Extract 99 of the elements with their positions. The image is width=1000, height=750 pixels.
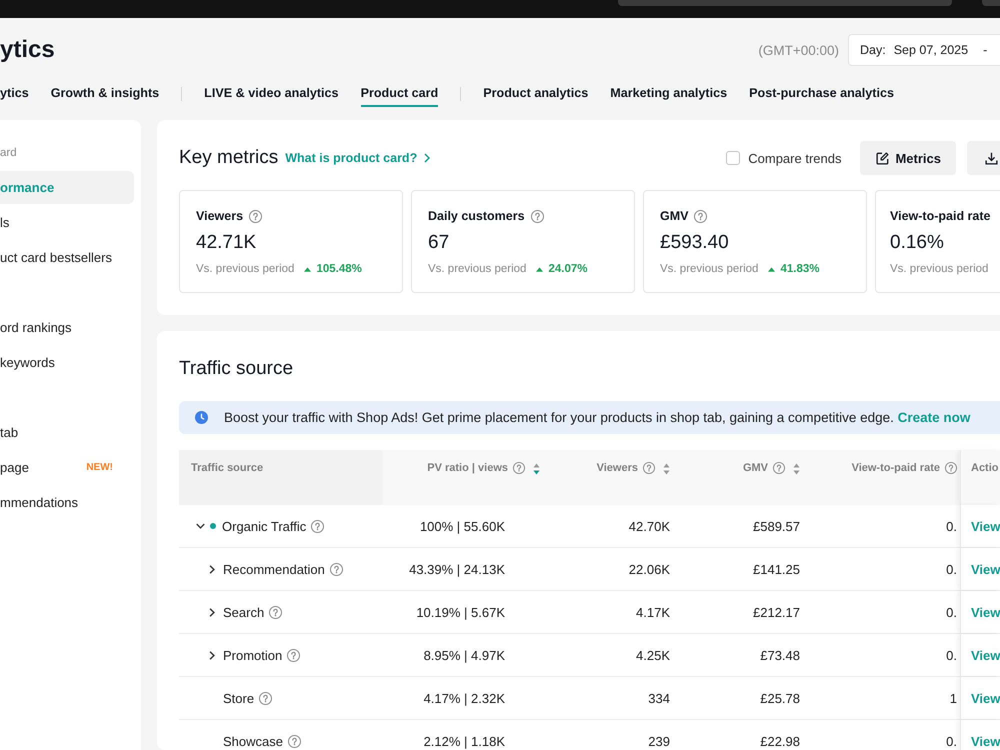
table-cell-text: 8.95% | 4.97K xyxy=(422,648,506,662)
section-title: Key metrics xyxy=(179,147,278,169)
sidebar-item[interactable]: ls xyxy=(0,206,134,239)
change-value: 41.83% xyxy=(780,262,820,276)
table-cell-text: 43.39% | 24.13K xyxy=(408,562,506,576)
table-cell-text: 0. xyxy=(945,734,958,748)
source-name: Recommendation xyxy=(223,562,325,576)
comparison-label: Vs. previous period xyxy=(660,262,758,276)
sidebar-item[interactable]: tab xyxy=(0,416,134,449)
tab[interactable]: Marketing analytics xyxy=(610,85,728,107)
date-separator: - xyxy=(983,43,988,57)
table-cell-text: 0. xyxy=(945,604,958,620)
column-header: Viewers xyxy=(596,461,638,475)
clock-icon xyxy=(195,411,208,424)
source-name: Showcase xyxy=(223,734,283,748)
tab[interactable]: Post-purchase analytics xyxy=(749,85,894,107)
chevron-right-icon[interactable] xyxy=(209,564,215,574)
checkbox-label[interactable]: Compare trends xyxy=(748,150,842,166)
help-icon xyxy=(288,734,301,748)
table-cell-text: 42.70K xyxy=(628,518,671,534)
date-picker[interactable]: Day: Sep 07, 2025 - xyxy=(848,34,1000,66)
table-cell-text: £212.17 xyxy=(752,604,801,620)
comparison-label: Vs. previous period xyxy=(890,262,988,276)
change-value: 105.48% xyxy=(316,262,362,276)
chevron-down-icon[interactable] xyxy=(196,523,204,529)
table-cell-text: 0. xyxy=(945,562,958,576)
metric-label: Viewers xyxy=(196,209,244,223)
table-cell-text: 334 xyxy=(647,690,671,706)
column-header: Traffic source xyxy=(191,461,264,475)
sidebar-item[interactable]: uct card bestsellers xyxy=(0,241,134,274)
sort-icon[interactable] xyxy=(793,463,800,475)
sidebar-item[interactable]: keywords xyxy=(0,346,134,379)
table-cell-text: £589.57 xyxy=(752,518,801,534)
comparison-label: Vs. previous period xyxy=(196,262,294,276)
sort-icon[interactable] xyxy=(533,463,540,475)
source-name: Promotion xyxy=(223,648,282,662)
table-cell-text: £141.25 xyxy=(752,562,801,576)
download-button[interactable] xyxy=(967,141,1000,175)
top-bar-button[interactable] xyxy=(982,0,1000,6)
metric-value: 67 xyxy=(428,232,450,254)
table-cell-text: £25.78 xyxy=(759,690,801,706)
page-title: ytics xyxy=(0,35,55,65)
help-icon xyxy=(330,562,343,576)
table-cell-text: 4.17% | 2.32K xyxy=(422,690,506,706)
metric-label: Daily customers xyxy=(428,209,525,223)
tab[interactable]: Product analytics xyxy=(483,85,588,107)
tab[interactable]: Growth & insights xyxy=(50,85,160,107)
table-cell-text: £22.98 xyxy=(759,734,801,748)
sidebar-item[interactable]: mmendations xyxy=(0,486,134,519)
input-field[interactable] xyxy=(618,0,952,6)
sidebar-heading: ard xyxy=(0,146,18,161)
column-header: GMV xyxy=(742,461,768,475)
section-title: Traffic source xyxy=(179,358,294,380)
source-name: Organic Traffic xyxy=(222,518,306,534)
help-icon xyxy=(259,692,272,704)
chevron-right-icon xyxy=(424,153,430,163)
comparison-label: Vs. previous period xyxy=(428,262,526,276)
table-cell-text: 100% | 55.60K xyxy=(418,518,506,534)
table-cell-text: 1 xyxy=(948,690,958,706)
date-value: Sep 07, 2025 xyxy=(894,43,968,57)
timezone-label: (GMT+00:00) xyxy=(758,42,839,58)
metric-value: £593.40 xyxy=(660,232,730,254)
help-icon xyxy=(269,606,282,618)
sort-icon[interactable] xyxy=(663,463,670,475)
column-header: View-to-paid rate xyxy=(852,461,940,475)
help-icon xyxy=(311,520,324,532)
download-icon xyxy=(985,152,998,164)
new-label: NEW! xyxy=(86,462,113,473)
edit-icon xyxy=(876,152,890,164)
checkbox[interactable] xyxy=(726,151,740,165)
table-cell-text: 22.06K xyxy=(628,562,671,576)
source-name: Search xyxy=(223,604,264,620)
metric-label: View-to-paid rate xyxy=(890,209,990,223)
sidebar-item[interactable]: ord rankings xyxy=(0,311,134,344)
table-cell-text: 10.19% | 5.67K xyxy=(415,604,506,620)
metric-value: 42.71K xyxy=(196,232,258,254)
chevron-right-icon[interactable] xyxy=(209,608,215,616)
source-name: Store xyxy=(223,690,254,706)
table-cell-text: 0. xyxy=(945,648,958,662)
column-header: PV ratio | views xyxy=(427,461,508,475)
table-cell-text: 4.25K xyxy=(635,648,671,662)
chevron-right-icon[interactable] xyxy=(209,650,215,660)
table-cell-text: 4.17K xyxy=(635,604,671,620)
metric-label: GMV xyxy=(660,209,688,223)
date-label: Day: xyxy=(860,43,886,57)
tab[interactable]: ytics xyxy=(0,85,29,107)
table-cell-text: 239 xyxy=(647,734,671,748)
tab[interactable]: Product card xyxy=(360,85,438,107)
metric-value: 0.16% xyxy=(890,232,945,254)
column-header: Actio xyxy=(971,461,998,475)
sidebar-item[interactable]: page NEW! xyxy=(0,451,134,484)
banner-text: Boost your traffic with Shop Ads! Get prime placement for your products in shop tab, gaining a competitive edge. Create now xyxy=(224,410,970,425)
table-cell-text: 0. xyxy=(945,518,958,534)
change-value: 24.07% xyxy=(548,262,588,276)
help-icon xyxy=(287,648,300,662)
table-cell-text: £73.48 xyxy=(759,648,801,662)
metrics-button[interactable]: Metrics xyxy=(860,141,956,175)
table-cell-text: 2.12% | 1.18K xyxy=(422,734,506,748)
tab[interactable]: LIVE & video analytics xyxy=(204,85,339,107)
